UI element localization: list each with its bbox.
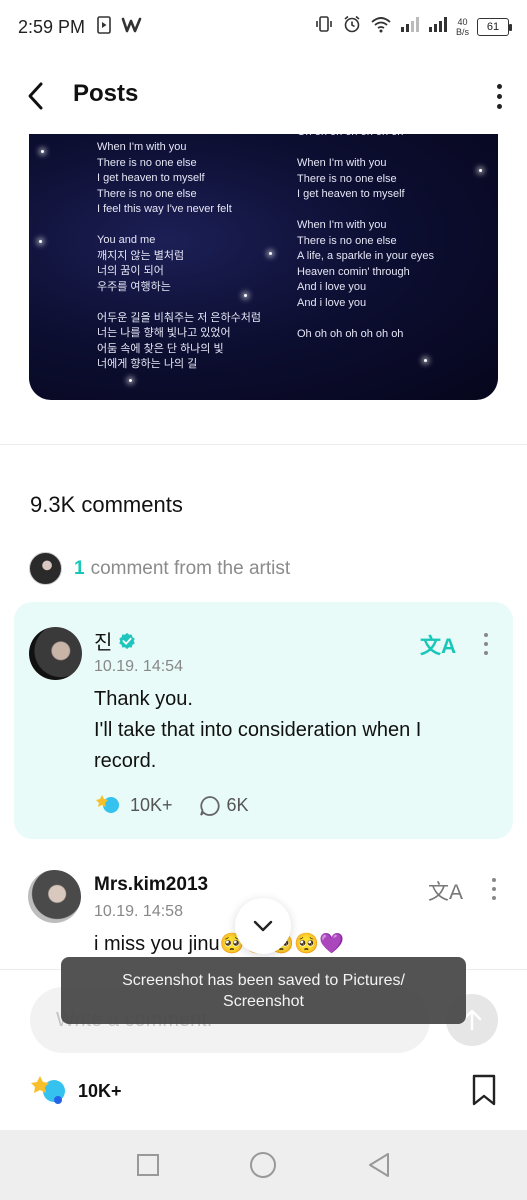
scroll-down-button[interactable] xyxy=(235,898,291,954)
comment-text: i miss you jinu🥺🥺🥺🥺💜 xyxy=(94,933,345,955)
artist-comment-label: comment from the artist xyxy=(90,557,291,579)
comment-date: 10.19. 14:54 xyxy=(94,658,183,675)
star-sparkle xyxy=(424,359,427,362)
more-vertical-icon xyxy=(496,83,502,89)
verified-badge-icon xyxy=(119,632,136,649)
lyrics-right-column: Oh oh oh oh oh oh oh When I'm with you T… xyxy=(297,134,434,340)
more-vertical-icon xyxy=(492,878,496,882)
wifi-icon xyxy=(370,15,392,38)
comment-text: Thank you. I'll take that into considera… xyxy=(94,688,422,772)
star-sparkle xyxy=(269,252,272,255)
network-speed: 40 B/s xyxy=(455,16,469,37)
post-footer: 10K+ xyxy=(0,1060,527,1130)
post-image[interactable]: When I'm with you There is no one else I… xyxy=(29,134,498,400)
comment-author[interactable]: 진 xyxy=(94,626,112,655)
back-nav-button[interactable] xyxy=(359,1145,399,1185)
screen-record-icon xyxy=(97,15,111,39)
square-icon xyxy=(136,1154,159,1176)
alarm-icon xyxy=(342,14,362,39)
vibrate-icon xyxy=(314,14,334,39)
chevron-down-icon xyxy=(253,920,273,932)
bookmark-button[interactable] xyxy=(471,1074,497,1111)
toast-notification: Screenshot has been saved to Pictures/ S… xyxy=(61,957,466,1024)
star-sparkle xyxy=(41,150,44,153)
more-vertical-icon xyxy=(484,633,488,637)
star-sparkle xyxy=(129,379,132,382)
more-options-button[interactable] xyxy=(487,76,511,116)
artist-comment-count: 1 xyxy=(74,557,85,579)
battery-level: 61 xyxy=(486,20,500,33)
signal-icon xyxy=(400,16,420,37)
chevron-left-icon xyxy=(28,82,43,110)
circle-icon xyxy=(250,1152,277,1178)
system-nav-bar xyxy=(0,1130,527,1200)
translate-icon[interactable]: 文A xyxy=(420,630,456,660)
comment-bubble-icon xyxy=(199,795,220,816)
comment-date: 10.19. 14:58 xyxy=(94,903,183,920)
comments-count: 9.3K comments xyxy=(30,492,183,517)
status-time: 2:59 PM xyxy=(18,16,86,37)
avatar xyxy=(29,552,62,585)
recents-button[interactable] xyxy=(128,1145,168,1185)
comment-author[interactable]: Mrs.kim2013 xyxy=(94,874,208,896)
cheer-icon[interactable] xyxy=(30,1072,70,1111)
artist-comment-filter[interactable]: 1 comment from the artist xyxy=(29,552,290,585)
battery-icon: 61 xyxy=(477,17,512,36)
w-app-icon xyxy=(121,16,145,39)
signal-icon xyxy=(428,16,448,37)
star-sparkle xyxy=(39,240,42,243)
home-button[interactable] xyxy=(243,1145,283,1185)
avatar[interactable] xyxy=(28,870,81,923)
app-header: Posts xyxy=(0,60,527,130)
avatar[interactable] xyxy=(29,627,82,680)
like-count: 10K+ xyxy=(130,795,173,815)
comment-more-button[interactable] xyxy=(476,626,496,662)
reply-count: 6K xyxy=(226,795,249,815)
star-sparkle xyxy=(479,169,482,172)
back-button[interactable] xyxy=(18,78,54,114)
lyrics-left-column: When I'm with you There is no one else I… xyxy=(97,141,262,370)
comment-more-button[interactable] xyxy=(484,871,504,907)
section-divider xyxy=(0,444,527,445)
translate-icon[interactable]: 文A xyxy=(428,876,463,906)
page-title: Posts xyxy=(73,80,139,107)
bookmark-icon xyxy=(472,1074,496,1106)
triangle-back-icon xyxy=(369,1153,390,1177)
artist-comment-card: 진 10.19. 14:54 文A Thank you. I'll take t… xyxy=(14,602,513,839)
cheer-icon[interactable] xyxy=(94,790,122,821)
post-like-count: 10K+ xyxy=(78,1081,122,1101)
status-bar: 2:59 PM 40 B/s 61 xyxy=(0,0,527,54)
